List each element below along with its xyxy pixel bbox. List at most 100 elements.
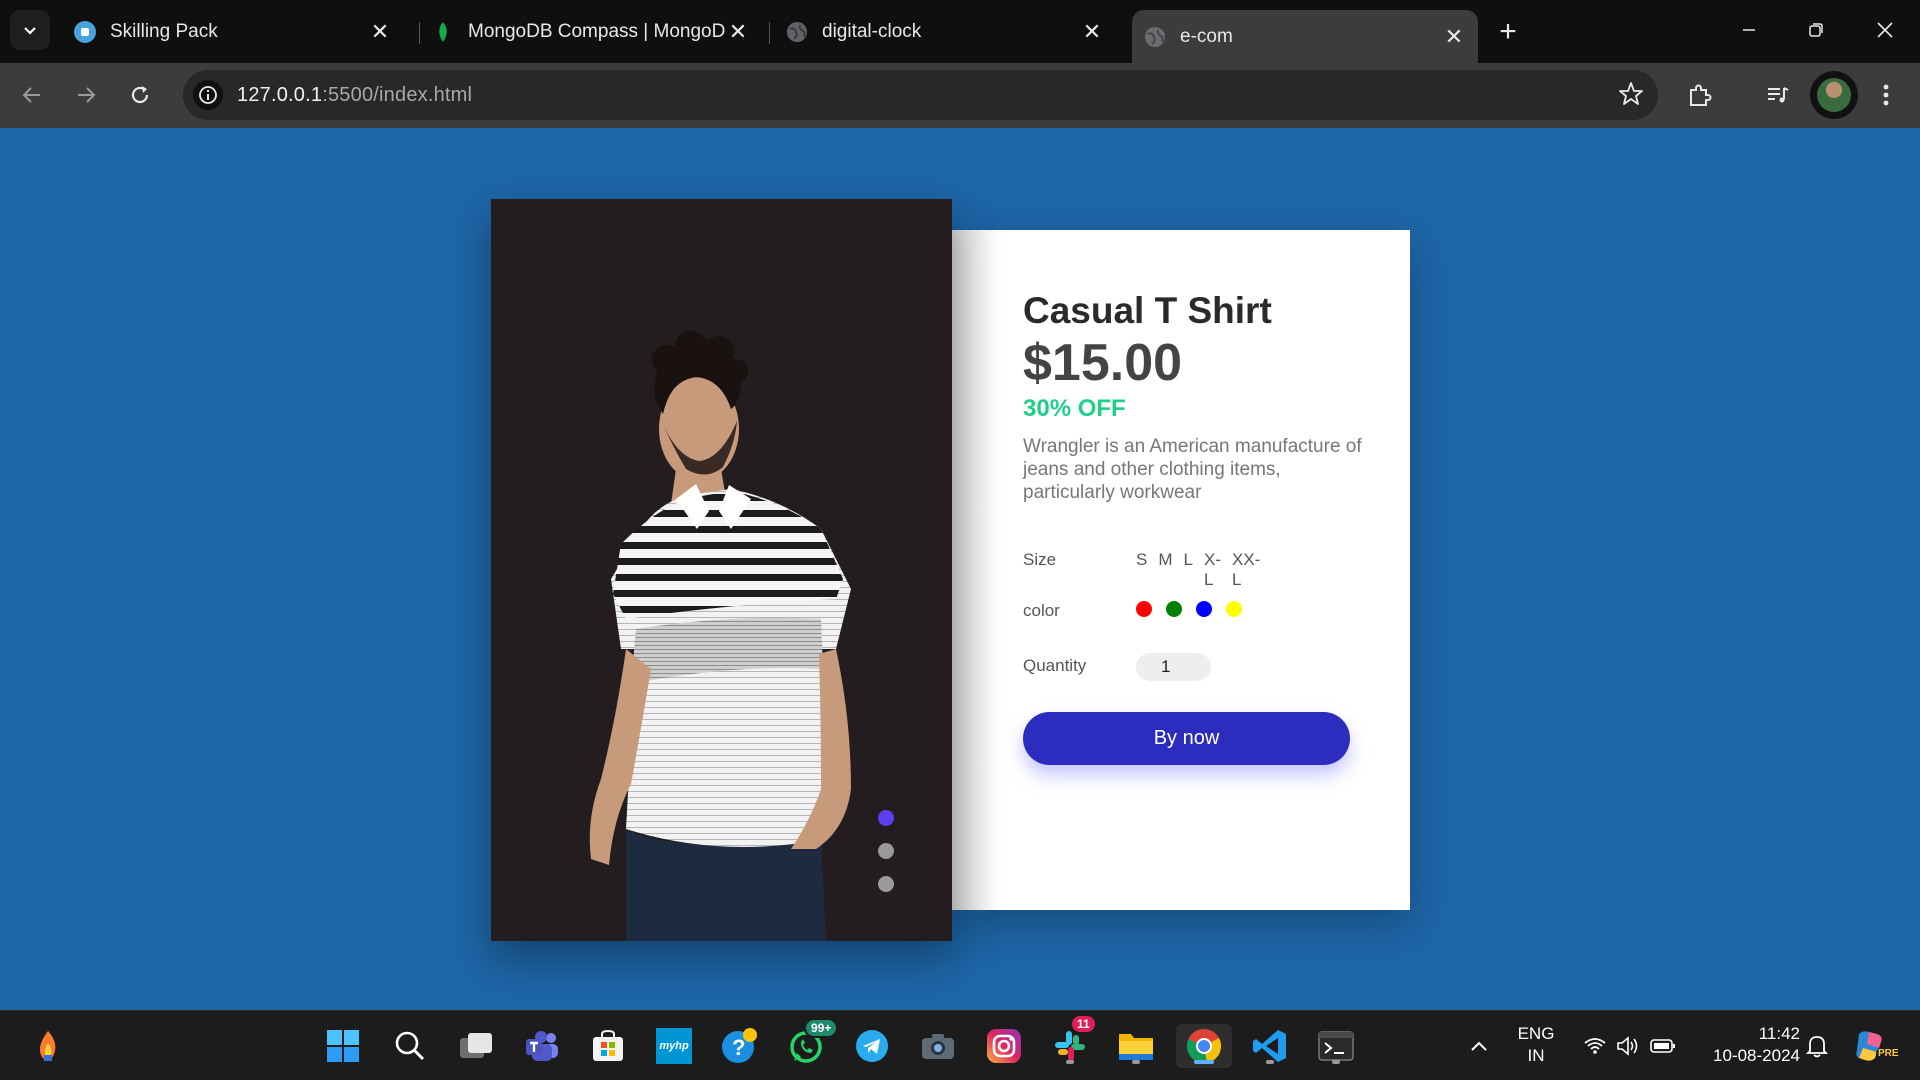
- arrow-right-icon: [78, 87, 96, 103]
- clock-date: 10-08-2024: [1713, 1046, 1800, 1065]
- size-option-xl[interactable]: X-L: [1204, 550, 1221, 590]
- vscode-button[interactable]: [1248, 1024, 1292, 1068]
- show-hidden-icons-button[interactable]: [1457, 1024, 1501, 1068]
- close-icon[interactable]: ✕: [368, 19, 392, 44]
- size-option-m[interactable]: M: [1158, 550, 1172, 590]
- buy-now-button[interactable]: By now: [1023, 712, 1350, 765]
- telegram-button[interactable]: [850, 1024, 894, 1068]
- teams-button[interactable]: [520, 1024, 564, 1068]
- size-option-l[interactable]: L: [1184, 550, 1193, 590]
- camera-button[interactable]: [916, 1024, 960, 1068]
- running-indicator: [1266, 1060, 1274, 1064]
- carousel-dot-3[interactable]: [878, 876, 894, 892]
- extensions-button[interactable]: [1679, 75, 1719, 115]
- file-explorer-button[interactable]: [1114, 1024, 1158, 1068]
- myhp-button[interactable]: myhp: [652, 1024, 696, 1068]
- reload-icon: [131, 86, 149, 104]
- bell-icon: [1806, 1036, 1828, 1058]
- carousel-dot-2[interactable]: [878, 843, 894, 859]
- preview-badge: PRE: [1876, 1048, 1901, 1059]
- clock[interactable]: 11:42 10-08-2024: [1696, 1023, 1800, 1067]
- close-window-button[interactable]: [1852, 0, 1918, 60]
- svg-text:?: ?: [732, 1035, 745, 1060]
- slack-button[interactable]: 11: [1048, 1016, 1095, 1068]
- color-swatch-blue[interactable]: [1196, 601, 1212, 617]
- size-option-s[interactable]: S: [1136, 550, 1147, 590]
- copilot-button[interactable]: PRE: [1850, 1024, 1901, 1068]
- media-controls-button[interactable]: [1758, 75, 1798, 115]
- site-info-icon[interactable]: [193, 80, 223, 110]
- restore-button[interactable]: [1783, 0, 1849, 60]
- minimize-icon: [1743, 29, 1755, 31]
- chevron-up-icon: [1471, 1041, 1487, 1051]
- close-icon[interactable]: ✕: [1442, 24, 1466, 49]
- ms-store-icon: [593, 1029, 623, 1061]
- vscode-icon: [1253, 1030, 1286, 1062]
- instagram-icon: [987, 1029, 1021, 1063]
- speaker-icon: [1617, 1036, 1638, 1056]
- task-view-button[interactable]: [454, 1024, 498, 1068]
- back-button[interactable]: [12, 75, 52, 115]
- mongodb-leaf-icon: [432, 21, 454, 43]
- avatar-image: [1817, 78, 1851, 112]
- teams-icon: [526, 1031, 558, 1061]
- telegram-icon: [856, 1030, 888, 1062]
- more-vertical-icon: [1883, 84, 1889, 106]
- terminal-icon: [1318, 1031, 1354, 1061]
- chrome-button[interactable]: [1176, 1024, 1232, 1068]
- windows-start-icon: [327, 1030, 359, 1062]
- tab-search-button[interactable]: [10, 10, 50, 50]
- tab-title: e-com: [1180, 25, 1233, 47]
- browser-tab-strip: Skilling Pack ✕ MongoDB Compass | MongoD…: [0, 0, 1920, 63]
- globe-icon: [1144, 26, 1166, 48]
- instagram-button[interactable]: [982, 1024, 1026, 1068]
- running-indicator: [1332, 1060, 1340, 1064]
- forward-button[interactable]: [66, 75, 106, 115]
- browser-menu-button[interactable]: [1866, 75, 1906, 115]
- get-help-button[interactable]: ?: [718, 1024, 762, 1068]
- start-button[interactable]: [321, 1024, 365, 1068]
- tab-digital-clock[interactable]: digital-clock ✕: [774, 10, 1116, 54]
- tab-title: digital-clock: [822, 21, 922, 42]
- quantity-input[interactable]: [1136, 653, 1211, 681]
- notifications-button[interactable]: [1797, 1024, 1837, 1068]
- quick-settings-button[interactable]: [1570, 1024, 1690, 1068]
- chevron-down-icon: [24, 27, 36, 35]
- browser-toolbar: 127.0.0.1:5500/index.html: [0, 63, 1920, 128]
- arrow-left-icon: [22, 87, 40, 103]
- new-tab-button[interactable]: +: [1490, 14, 1526, 50]
- bookmark-star-icon[interactable]: [1618, 81, 1644, 112]
- restore-icon: [1809, 23, 1823, 37]
- active-indicator: [1194, 1060, 1214, 1064]
- profile-avatar[interactable]: [1810, 71, 1858, 119]
- terminal-button[interactable]: [1314, 1024, 1358, 1068]
- close-icon: [1877, 22, 1893, 38]
- puzzle-icon: [1690, 84, 1712, 106]
- product-name: Casual T Shirt: [1023, 290, 1272, 331]
- language-code: ENG: [1517, 1024, 1555, 1043]
- close-icon[interactable]: ✕: [726, 19, 750, 44]
- minimize-button[interactable]: [1716, 0, 1782, 60]
- color-label: color: [1023, 601, 1060, 620]
- help-icon: ?: [722, 1028, 757, 1063]
- tab-e-com[interactable]: e-com ✕: [1132, 10, 1478, 63]
- tab-mongodb-compass[interactable]: MongoDB Compass | MongoDB ✕: [420, 10, 762, 54]
- color-swatch-red[interactable]: [1136, 601, 1152, 617]
- taskbar-search-button[interactable]: [388, 1024, 432, 1068]
- color-swatch-yellow[interactable]: [1226, 601, 1242, 617]
- globe-icon: [786, 21, 808, 43]
- tab-skilling-pack[interactable]: Skilling Pack ✕: [62, 10, 404, 54]
- reload-button[interactable]: [120, 75, 160, 115]
- whatsapp-button[interactable]: 99+: [784, 1018, 839, 1068]
- discount-label: 30% OFF: [1023, 395, 1126, 422]
- skilling-pack-icon: [74, 21, 96, 43]
- widgets-button[interactable]: [26, 1024, 70, 1068]
- size-option-xxl[interactable]: XX-L: [1232, 550, 1260, 590]
- color-swatch-green[interactable]: [1166, 601, 1182, 617]
- carousel-dot-1[interactable]: [878, 810, 894, 826]
- ms-store-button[interactable]: [586, 1024, 630, 1068]
- close-icon[interactable]: ✕: [1080, 19, 1104, 44]
- address-bar[interactable]: 127.0.0.1:5500/index.html: [183, 70, 1658, 120]
- chrome-icon: [1186, 1029, 1222, 1064]
- language-indicator[interactable]: ENG IN: [1510, 1023, 1562, 1067]
